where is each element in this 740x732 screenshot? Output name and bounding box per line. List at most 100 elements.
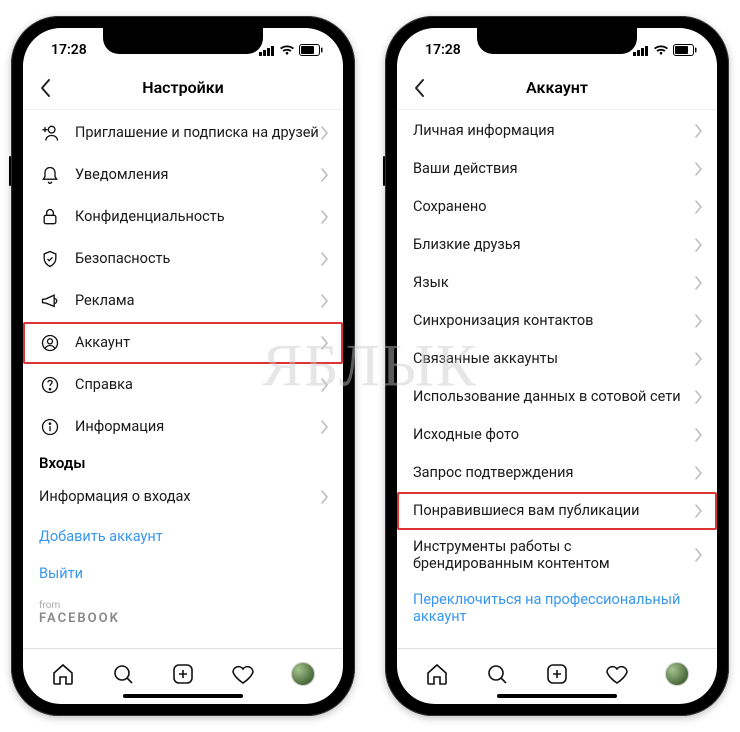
row-invite-friends[interactable]: Приглашение и подписка на друзей (23, 112, 343, 154)
help-icon (39, 375, 61, 395)
row-label: Информация (75, 418, 321, 435)
chevron-right-icon (695, 504, 703, 518)
row-saved[interactable]: Сохранено (397, 188, 717, 226)
home-indicator[interactable] (497, 694, 617, 698)
lock-icon (39, 207, 61, 227)
app-header: Настройки (23, 66, 343, 110)
row-label: Уведомления (75, 166, 321, 183)
row-label: Синхронизация контактов (413, 312, 695, 329)
add-account-link[interactable]: Добавить аккаунт (23, 518, 343, 555)
row-security[interactable]: Безопасность (23, 238, 343, 280)
chevron-right-icon (321, 336, 329, 350)
avatar-icon (291, 662, 315, 686)
tab-new-post[interactable] (171, 662, 195, 686)
chevron-right-icon (695, 238, 703, 252)
back-button[interactable] (33, 72, 57, 104)
row-login-info[interactable]: Информация о входах (23, 476, 343, 518)
chevron-right-icon (321, 252, 329, 266)
chevron-right-icon (321, 126, 329, 140)
row-privacy[interactable]: Конфиденциальность (23, 196, 343, 238)
chevron-right-icon (695, 200, 703, 214)
row-label: Ваши действия (413, 160, 695, 177)
chevron-right-icon (321, 294, 329, 308)
tab-activity[interactable] (605, 662, 629, 686)
megaphone-icon (39, 291, 61, 311)
row-label: Близкие друзья (413, 236, 695, 253)
wifi-icon (279, 44, 295, 56)
row-request-verification[interactable]: Запрос подтверждения (397, 454, 717, 492)
row-branded-content[interactable]: Инструменты работы с брендированным конт… (397, 530, 717, 581)
settings-list: Приглашение и подписка на друзей Уведомл… (23, 110, 343, 648)
status-time: 17:28 (425, 42, 461, 58)
row-label: Запрос подтверждения (413, 464, 695, 481)
chevron-right-icon (695, 428, 703, 442)
row-personal-info[interactable]: Личная информация (397, 112, 717, 150)
tab-home[interactable] (425, 662, 449, 686)
tab-search[interactable] (485, 662, 509, 686)
row-label: Связанные аккаунты (413, 350, 695, 367)
row-original-photos[interactable]: Исходные фото (397, 416, 717, 454)
avatar-icon (665, 662, 689, 686)
shield-icon (39, 249, 61, 269)
phone-left: 17:28 Настройки Приглашение и подписка н… (11, 16, 355, 716)
switch-pro-account-link[interactable]: Переключиться на профессиональный аккаун… (397, 581, 717, 635)
chevron-right-icon (695, 548, 703, 562)
chevron-right-icon (695, 466, 703, 480)
row-notifications[interactable]: Уведомления (23, 154, 343, 196)
page-title: Настройки (142, 78, 224, 97)
row-label: Реклама (75, 292, 321, 309)
tab-profile[interactable] (291, 662, 315, 686)
row-language[interactable]: Язык (397, 264, 717, 302)
status-time: 17:28 (51, 42, 87, 58)
row-contacts-sync[interactable]: Синхронизация контактов (397, 302, 717, 340)
row-label: Сохранено (413, 198, 695, 215)
row-label: Язык (413, 274, 695, 291)
row-label: Приглашение и подписка на друзей (75, 124, 321, 141)
wifi-icon (653, 44, 669, 56)
tab-new-post[interactable] (545, 662, 569, 686)
tab-bar (23, 648, 343, 698)
row-account[interactable]: Аккаунт (23, 322, 343, 364)
chevron-right-icon (321, 378, 329, 392)
row-ads[interactable]: Реклама (23, 280, 343, 322)
chevron-right-icon (321, 168, 329, 182)
status-right (633, 44, 697, 56)
notch (477, 28, 637, 54)
chevron-right-icon (695, 276, 703, 290)
from-facebook: from FACEBOOK (23, 592, 343, 634)
chevron-right-icon (695, 314, 703, 328)
row-linked-accounts[interactable]: Связанные аккаунты (397, 340, 717, 378)
section-logins: Входы (23, 448, 343, 476)
home-indicator[interactable] (123, 694, 243, 698)
logout-link[interactable]: Выйти (23, 555, 343, 592)
row-help[interactable]: Справка (23, 364, 343, 406)
chevron-right-icon (321, 420, 329, 434)
row-label: Безопасность (75, 250, 321, 267)
chevron-right-icon (695, 162, 703, 176)
row-close-friends[interactable]: Близкие друзья (397, 226, 717, 264)
chevron-right-icon (321, 210, 329, 224)
row-label: Аккаунт (75, 334, 321, 351)
row-label: Конфиденциальность (75, 208, 321, 225)
info-icon (39, 417, 61, 437)
tab-bar (397, 648, 717, 698)
row-label: Понравившиеся вам публикации (413, 502, 695, 519)
row-your-activity[interactable]: Ваши действия (397, 150, 717, 188)
row-about[interactable]: Информация (23, 406, 343, 448)
app-header: Аккаунт (397, 66, 717, 110)
bell-icon (39, 165, 61, 185)
back-button[interactable] (407, 72, 431, 104)
tab-activity[interactable] (231, 662, 255, 686)
row-label: Информация о входах (39, 488, 321, 505)
row-posts-you-liked[interactable]: Понравившиеся вам публикации (397, 492, 717, 530)
row-label: Исходные фото (413, 426, 695, 443)
row-cellular-data[interactable]: Использование данных в сотовой сети (397, 378, 717, 416)
tab-home[interactable] (51, 662, 75, 686)
facebook-label: FACEBOOK (39, 611, 327, 626)
signal-icon (259, 45, 275, 56)
tab-profile[interactable] (665, 662, 689, 686)
tab-search[interactable] (111, 662, 135, 686)
screen-right: 17:28 Аккаунт Личная информация Ваши дей… (397, 28, 717, 704)
from-label: from (39, 600, 327, 611)
page-title: Аккаунт (526, 78, 588, 97)
